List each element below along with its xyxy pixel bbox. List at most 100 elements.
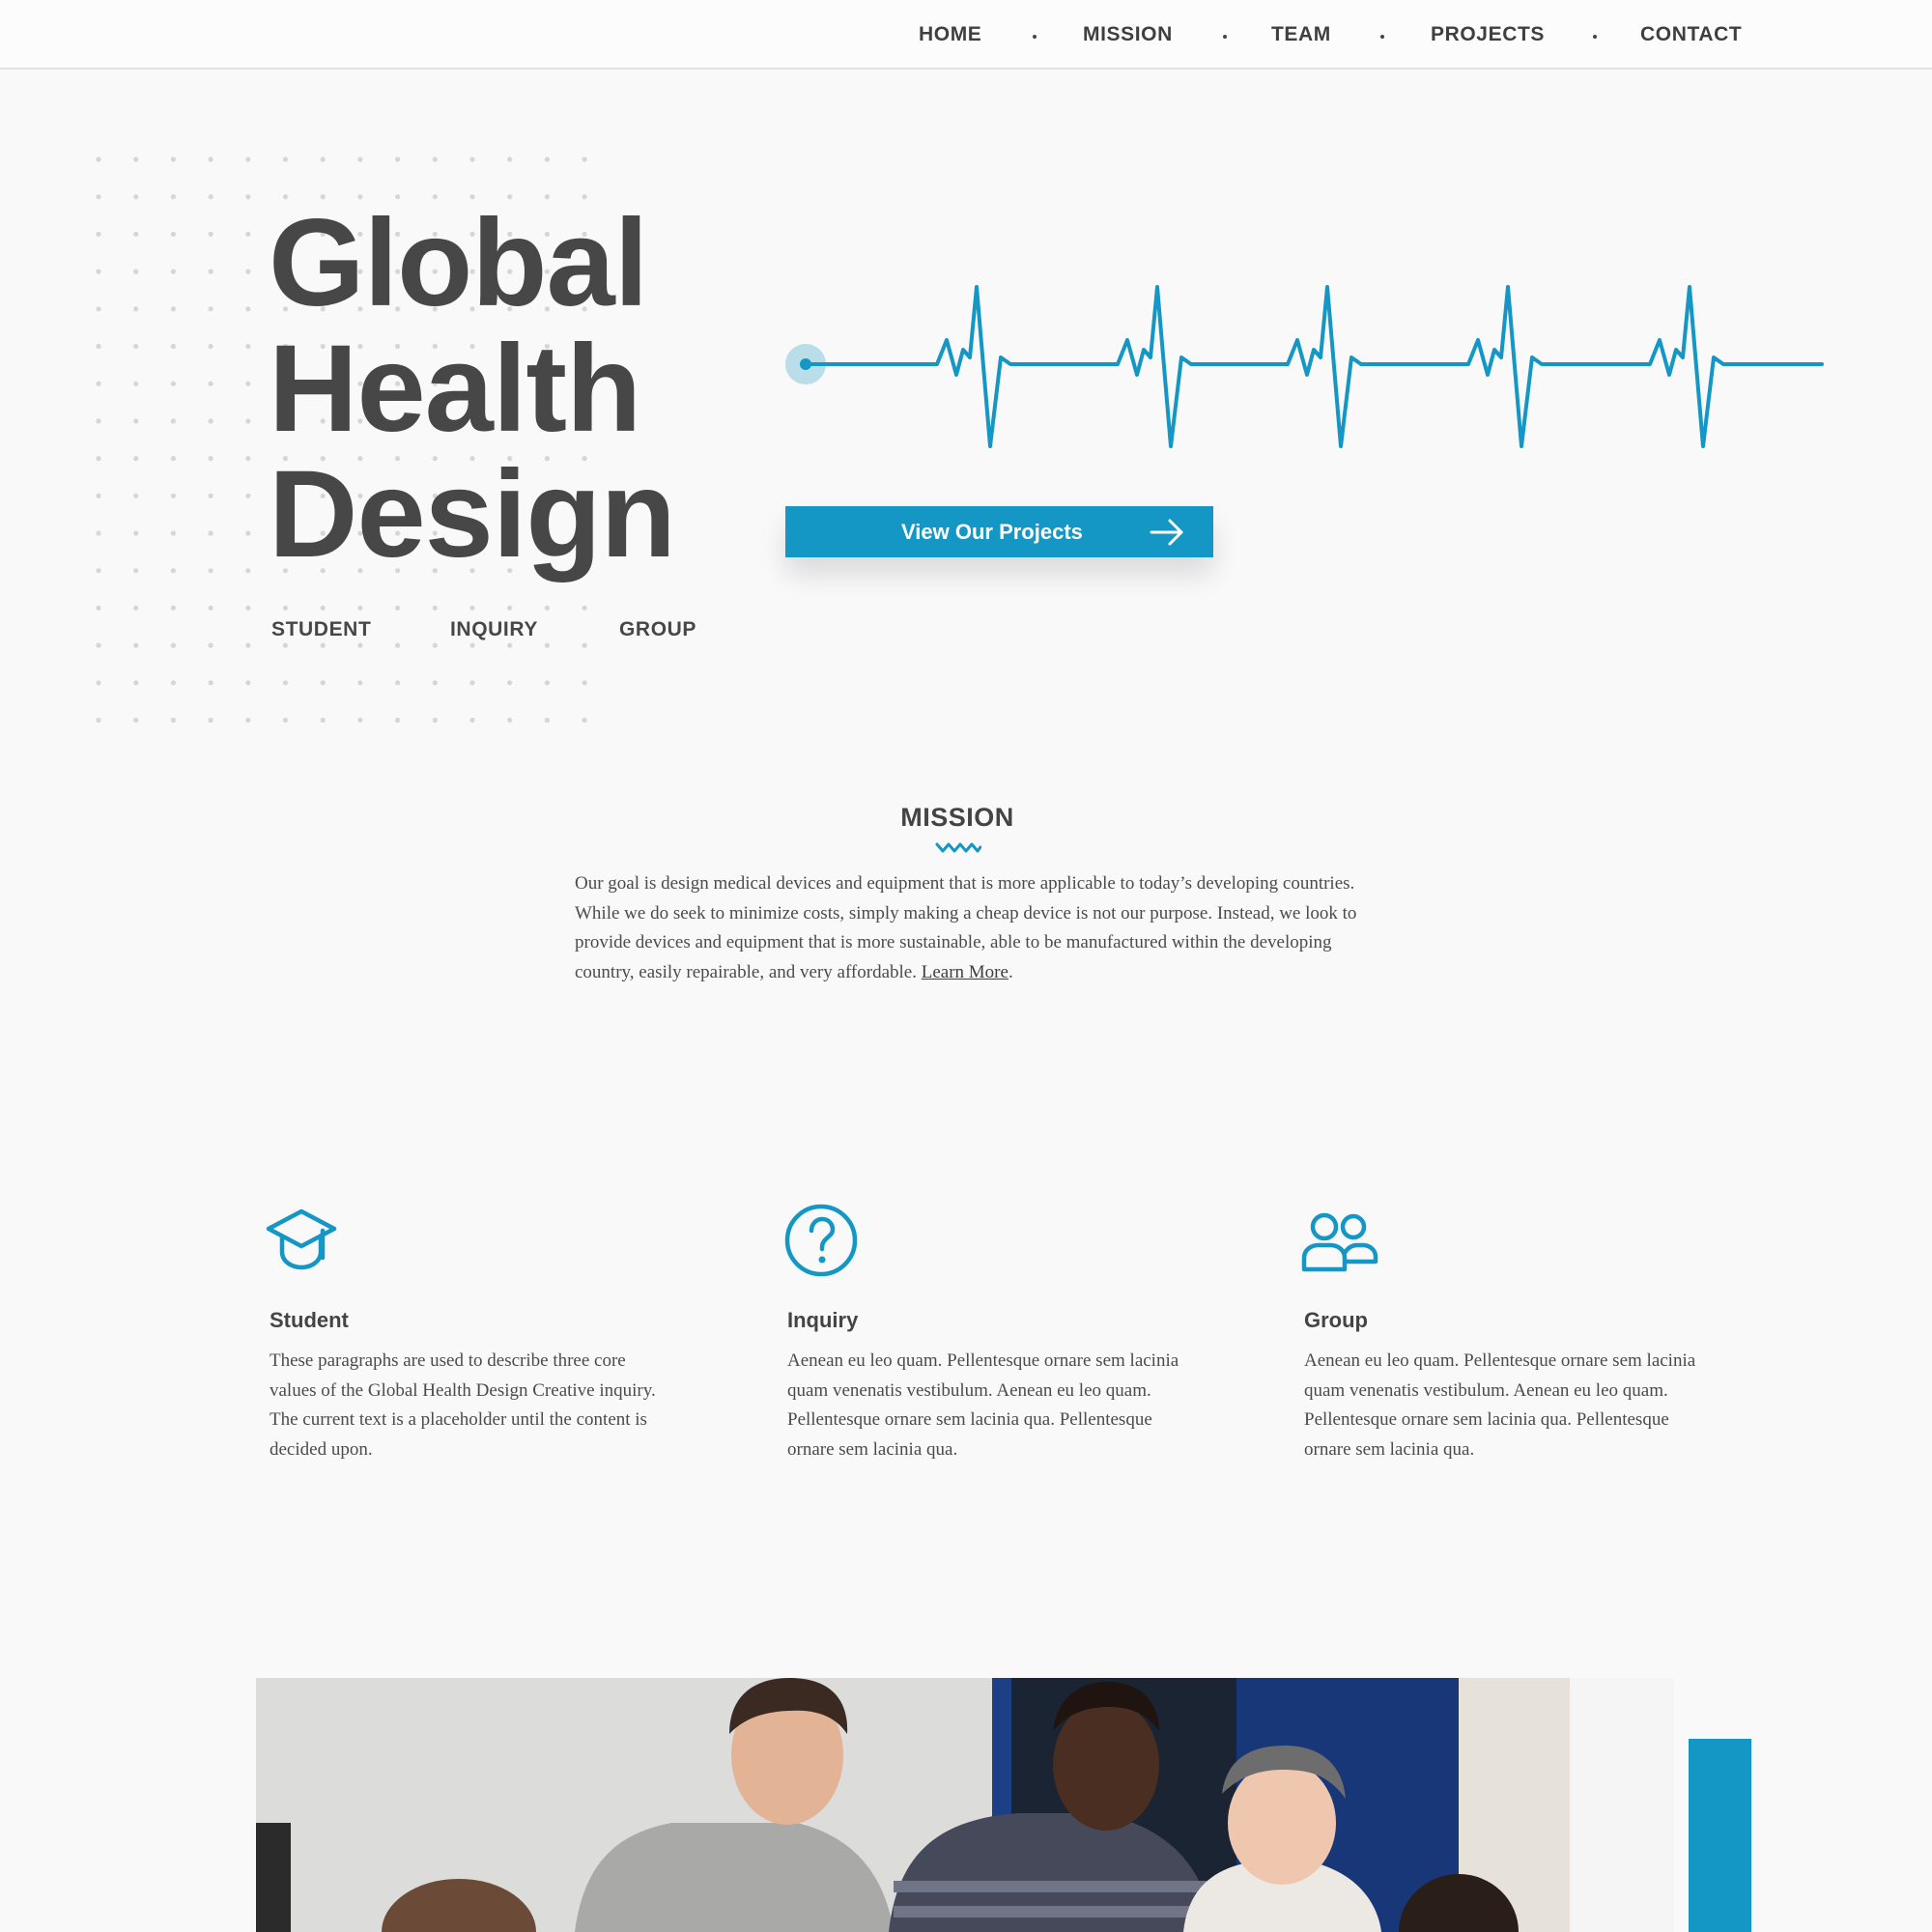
grid-dot <box>208 231 213 237</box>
grid-dot <box>245 642 251 648</box>
squiggle-divider-icon <box>935 842 981 853</box>
nav-contact-link[interactable]: CONTACT <box>1640 23 1742 46</box>
grid-dot <box>208 568 213 574</box>
grid-dot <box>170 717 176 724</box>
grid-dot <box>208 605 213 611</box>
grid-dot <box>245 680 251 686</box>
mission-body-end: . <box>1008 961 1013 982</box>
grid-dot <box>282 680 289 686</box>
nav-separator-dot <box>1593 35 1597 39</box>
hero-title: Global Health Design <box>269 194 676 578</box>
grid-dot <box>133 306 139 312</box>
nav-separator-dot <box>1033 35 1037 39</box>
question-circle-icon <box>784 1204 858 1277</box>
grid-dot <box>208 530 213 536</box>
grid-dot <box>544 642 550 648</box>
grid-dot <box>96 642 101 648</box>
grid-dot <box>357 680 363 686</box>
grid-dot <box>469 605 475 611</box>
learn-more-link[interactable]: Learn More <box>922 962 1009 982</box>
grid-dot <box>469 680 475 686</box>
heartbeat-line-graphic <box>785 285 1824 448</box>
grid-dot <box>544 680 550 686</box>
grid-dot <box>507 156 513 162</box>
grid-dot <box>133 156 139 162</box>
grid-dot <box>432 680 438 686</box>
grid-dot <box>245 456 251 462</box>
nav-separator-dot <box>1223 35 1227 39</box>
grid-dot <box>208 418 213 424</box>
grid-dot <box>582 605 587 611</box>
grid-dot <box>245 493 251 498</box>
grid-dot <box>170 306 176 312</box>
grid-dot <box>469 717 475 724</box>
grid-dot <box>96 156 101 162</box>
grid-dot <box>96 493 101 498</box>
hero-tag-inquiry[interactable]: INQUIRY <box>450 618 538 641</box>
grid-dot <box>133 530 139 536</box>
grid-dot <box>245 306 251 312</box>
grid-dot <box>133 381 139 386</box>
hero-title-line: Health <box>269 320 641 458</box>
grid-dot <box>469 642 475 648</box>
grid-dot <box>208 343 213 350</box>
view-projects-button[interactable]: View Our Projects <box>785 506 1213 557</box>
grid-dot <box>395 680 401 686</box>
grid-dot <box>96 680 101 686</box>
value-card-group: Group Aenean eu leo quam. Pellentesque o… <box>1301 1206 1695 1460</box>
grid-dot <box>170 493 176 498</box>
grid-dot <box>357 642 363 648</box>
grid-dot <box>170 156 176 162</box>
grid-dot <box>245 231 251 237</box>
grid-dot <box>96 717 101 724</box>
grid-dot <box>395 605 401 611</box>
grid-dot <box>96 456 101 462</box>
grid-dot <box>245 530 251 536</box>
grid-dot <box>96 418 101 424</box>
grid-dot <box>133 568 139 574</box>
grid-dot <box>208 493 213 498</box>
grid-dot <box>133 231 139 237</box>
grid-dot <box>208 680 213 686</box>
card-title: Student <box>270 1308 349 1332</box>
grid-dot <box>582 680 587 686</box>
grid-dot <box>432 156 438 162</box>
hero-tag-student[interactable]: STUDENT <box>271 618 371 641</box>
grid-dot <box>170 605 176 611</box>
grid-dot <box>357 605 363 611</box>
grid-dot <box>245 717 251 724</box>
hero-title-line: Global <box>269 194 648 332</box>
grid-dot <box>133 493 139 498</box>
grid-dot <box>96 381 101 386</box>
grid-dot <box>170 456 176 462</box>
grid-dot <box>170 269 176 274</box>
nav-projects-link[interactable]: PROJECTS <box>1431 23 1545 46</box>
top-navigation: HOME MISSION TEAM PROJECTS CONTACT <box>0 0 1932 70</box>
grid-dot <box>544 605 550 611</box>
view-projects-label: View Our Projects <box>901 520 1083 544</box>
grid-dot <box>133 269 139 274</box>
nav-home-link[interactable]: HOME <box>919 23 981 46</box>
team-photo-illustration <box>256 1678 1674 1932</box>
grid-dot <box>582 156 587 162</box>
nav-mission-link[interactable]: MISSION <box>1083 23 1173 46</box>
mission-heading: MISSION <box>900 803 1014 832</box>
grid-dot <box>245 156 251 162</box>
hero-tag-group[interactable]: GROUP <box>619 618 696 641</box>
accent-bar <box>1689 1739 1751 1932</box>
grid-dot <box>320 605 326 611</box>
nav-team-link[interactable]: TEAM <box>1271 23 1331 46</box>
grid-dot <box>544 717 550 724</box>
grid-dot <box>582 642 587 648</box>
grid-dot <box>282 717 289 724</box>
grid-dot <box>170 680 176 686</box>
grid-dot <box>208 306 213 312</box>
grid-dot <box>320 680 326 686</box>
group-icon <box>1301 1212 1378 1272</box>
grid-dot <box>170 530 176 536</box>
card-body: Aenean eu leo quam. Pellentesque ornare … <box>1304 1350 1696 1460</box>
grid-dot <box>282 642 289 648</box>
grid-dot <box>133 194 139 200</box>
card-title: Inquiry <box>787 1308 859 1332</box>
grid-dot <box>96 530 101 536</box>
